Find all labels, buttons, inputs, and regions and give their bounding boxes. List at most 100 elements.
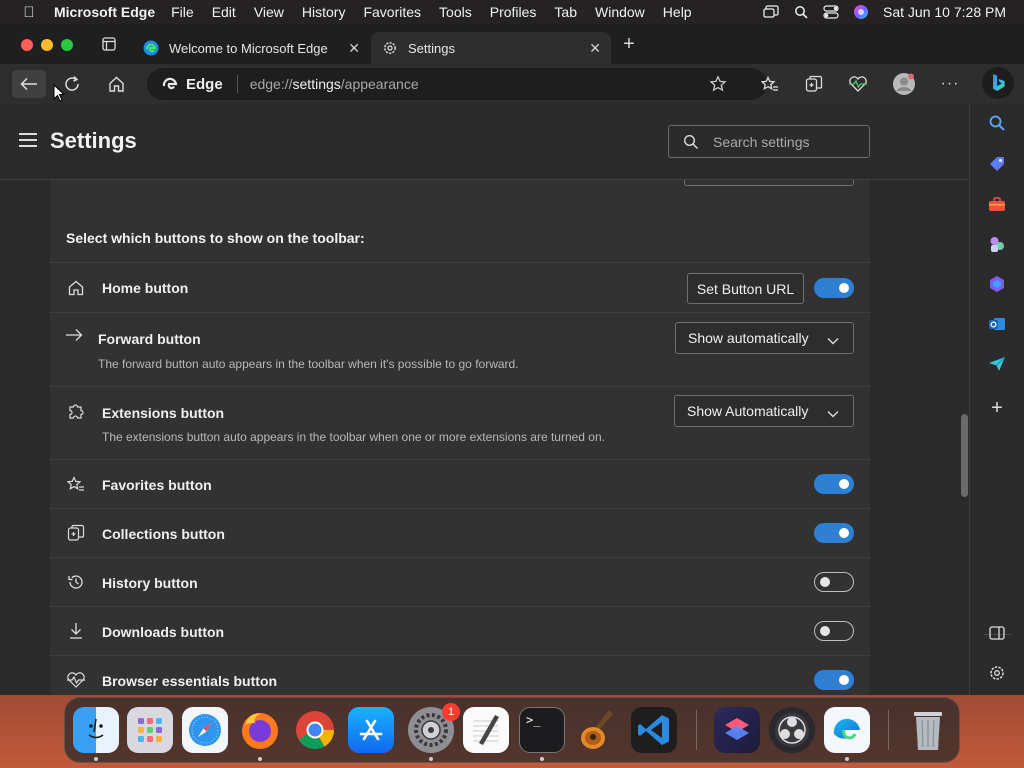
more-options-icon[interactable]: ···	[936, 70, 964, 98]
sidebar-settings-gear-icon[interactable]	[987, 663, 1007, 683]
menu-window[interactable]: Window	[595, 4, 645, 20]
close-icon[interactable]: ✕	[589, 40, 601, 57]
close-icon[interactable]: ✕	[348, 40, 360, 57]
browser-essentials-icon[interactable]	[844, 70, 872, 98]
star-list-icon	[66, 474, 86, 494]
app-store-icon[interactable]	[348, 707, 394, 753]
vscode-icon[interactable]	[631, 707, 677, 753]
settings-header: Settings Search settings	[0, 104, 969, 180]
puzzle-icon	[66, 401, 86, 421]
running-indicator	[94, 757, 98, 761]
sidebar-panel-toggle-icon[interactable]	[987, 623, 1007, 643]
setting-row-downloads: Downloads button	[50, 606, 870, 655]
obs-icon[interactable]	[769, 707, 815, 753]
hamburger-menu-icon[interactable]	[19, 133, 37, 147]
history-button-toggle[interactable]	[814, 572, 854, 592]
heartbeat-icon	[66, 670, 86, 690]
window-close-button[interactable]	[21, 39, 33, 51]
toolbar-buttons-panel: Select which buttons to show on the tool…	[50, 214, 870, 695]
trash-icon[interactable]	[905, 707, 951, 753]
sidebar-shopping-tag-icon[interactable]	[987, 154, 1007, 174]
menu-edit[interactable]: Edit	[212, 4, 236, 20]
setting-label: History button	[102, 575, 198, 591]
sidebar-add-plus-icon[interactable]: +	[987, 397, 1007, 419]
page-title: Settings	[50, 128, 137, 153]
sidebar-tools-icon[interactable]	[987, 194, 1007, 214]
history-icon	[66, 572, 86, 592]
safari-icon[interactable]	[182, 707, 228, 753]
setting-row-forward: Forward button The forward button auto a…	[50, 312, 870, 386]
bing-copilot-icon[interactable]	[982, 67, 1014, 99]
home-button-toggle[interactable]	[814, 278, 854, 298]
menu-profiles[interactable]: Profiles	[490, 4, 537, 20]
tab-strip: Welcome to Microsoft Edge ✕ Settings ✕ +	[0, 24, 1024, 64]
search-settings-input[interactable]: Search settings	[668, 125, 870, 158]
downloads-button-toggle[interactable]	[814, 621, 854, 641]
section-heading: Select which buttons to show on the tool…	[66, 230, 365, 246]
macos-dock: 1 >_	[64, 697, 960, 763]
chrome-icon[interactable]	[292, 707, 338, 753]
set-button-url-button[interactable]: Set Button URL	[687, 273, 804, 304]
window-minimize-button[interactable]	[41, 39, 53, 51]
address-bar[interactable]: Edge edge:// settings /appearance	[147, 68, 767, 100]
menu-help[interactable]: Help	[663, 4, 692, 20]
new-tab-plus-icon[interactable]: +	[615, 30, 643, 58]
forward-button-select[interactable]: Show automatically	[675, 322, 854, 354]
menu-tools[interactable]: Tools	[439, 4, 472, 20]
scrollbar-thumb[interactable]	[961, 414, 968, 497]
tab-settings[interactable]: Settings ✕	[371, 32, 611, 64]
arrow-right-icon	[64, 325, 84, 345]
tab-welcome[interactable]: Welcome to Microsoft Edge ✕	[134, 32, 370, 64]
setting-description: The forward button auto appears in the t…	[98, 357, 519, 371]
window-zoom-button[interactable]	[61, 39, 73, 51]
back-arrow-icon[interactable]	[12, 70, 46, 98]
favorites-icon[interactable]	[756, 70, 784, 98]
home-icon[interactable]	[102, 70, 130, 98]
menu-app-name[interactable]: Microsoft Edge	[54, 4, 155, 20]
running-indicator	[258, 757, 262, 761]
tab-actions-icon[interactable]	[95, 30, 123, 58]
tab-title: Settings	[408, 40, 455, 56]
edge-badge-icon	[161, 75, 179, 93]
chevron-down-icon	[827, 405, 839, 421]
menu-favorites[interactable]: Favorites	[363, 4, 421, 20]
favorites-button-toggle[interactable]	[814, 474, 854, 494]
extensions-button-select[interactable]: Show Automatically	[674, 395, 854, 427]
menu-tab[interactable]: Tab	[554, 4, 577, 20]
garageband-icon[interactable]	[574, 707, 620, 753]
shortcuts-icon[interactable]	[714, 707, 760, 753]
menu-file[interactable]: File	[171, 4, 194, 20]
siri-icon[interactable]	[853, 5, 869, 19]
menu-history[interactable]: History	[302, 4, 346, 20]
profile-avatar[interactable]	[890, 70, 918, 98]
url-bold: settings	[292, 76, 341, 92]
firefox-icon[interactable]	[237, 707, 283, 753]
screen-mirroring-icon[interactable]	[763, 5, 779, 19]
sidebar-search-icon[interactable]	[987, 113, 1007, 133]
menu-view[interactable]: View	[254, 4, 284, 20]
setting-label: Collections button	[102, 526, 225, 542]
collections-icon[interactable]	[800, 70, 828, 98]
dock-separator	[888, 710, 889, 750]
collections-button-toggle[interactable]	[814, 523, 854, 543]
menu-bar:  Microsoft Edge File Edit View History …	[0, 0, 1024, 24]
sidebar-m365-icon[interactable]	[987, 274, 1007, 294]
search-placeholder: Search settings	[713, 133, 810, 150]
textedit-icon[interactable]	[463, 707, 509, 753]
menubar-clock[interactable]: Sat Jun 10 7:28 PM	[883, 4, 1006, 20]
edge-dock-icon[interactable]	[824, 707, 870, 753]
select-value: Show automatically	[688, 330, 809, 346]
sidebar-drop-icon[interactable]	[987, 354, 1007, 374]
finder-icon[interactable]	[73, 707, 119, 753]
sidebar-outlook-icon[interactable]	[987, 314, 1007, 334]
terminal-icon[interactable]: >_	[519, 707, 565, 753]
running-indicator	[429, 757, 433, 761]
apple-menu-icon[interactable]: 	[18, 4, 40, 21]
control-center-icon[interactable]	[823, 5, 839, 19]
spotlight-search-icon[interactable]	[793, 5, 809, 19]
launchpad-icon[interactable]	[127, 707, 173, 753]
sidebar-games-icon[interactable]	[987, 234, 1007, 254]
add-favorite-star-icon[interactable]	[709, 75, 727, 93]
browser-essentials-button-toggle[interactable]	[814, 670, 854, 690]
setting-label: Favorites button	[102, 477, 212, 493]
